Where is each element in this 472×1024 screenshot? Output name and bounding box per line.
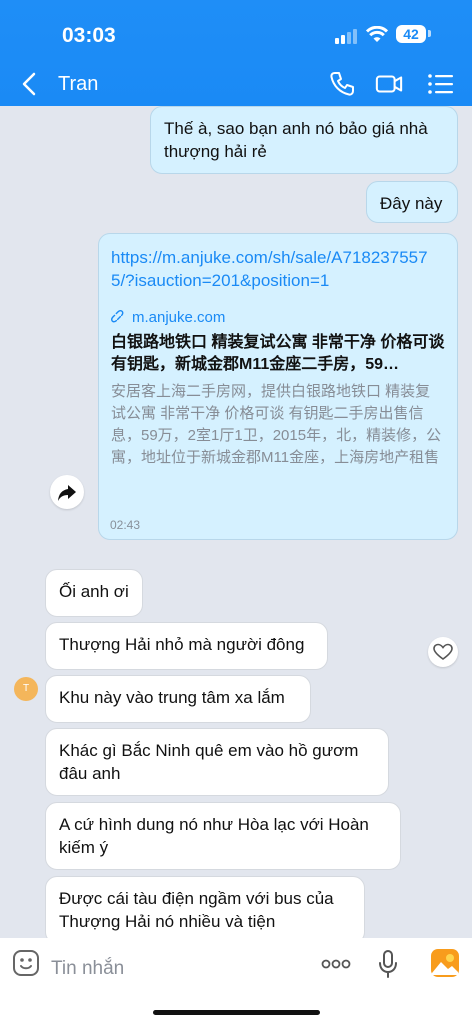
message-bubble[interactable]: Được cái tàu điện ngầm với bus của Thượn…	[45, 876, 365, 938]
message-bubble[interactable]: A cứ hình dung nó như Hòa lạc với Hoàn k…	[45, 802, 401, 870]
link-preview-card[interactable]: https://m.anjuke.com/sh/sale/A7182375575…	[98, 233, 458, 540]
link-icon	[111, 309, 124, 322]
heart-icon	[433, 643, 453, 660]
message-bubble[interactable]: Thế à, sao bạn anh nó bảo giá nhà thượng…	[150, 106, 458, 174]
link-domain: m.anjuke.com	[111, 309, 445, 326]
battery-icon: 42	[396, 25, 426, 43]
message-time: 02:43	[110, 518, 141, 532]
chat-header: 03:03 42 Tran	[0, 0, 472, 106]
contact-name[interactable]: Tran	[58, 73, 98, 96]
forward-icon	[58, 485, 76, 501]
message-bubble[interactable]: Khu này vào trung tâm xa lắm	[45, 675, 311, 723]
link-url[interactable]: https://m.anjuke.com/sh/sale/A7182375575…	[111, 246, 445, 292]
status-time: 03:03	[62, 24, 116, 47]
message-bubble[interactable]: Khác gì Bắc Ninh quê em vào hồ gươm đâu …	[45, 728, 389, 796]
preview-description: 安居客上海二手房网，提供白银路地铁口 精装复试公寓 非常干净 价格可谈 有钥匙二…	[111, 383, 442, 466]
image-icon[interactable]	[430, 948, 460, 978]
video-icon[interactable]	[375, 70, 403, 98]
preview-title: 白银路地铁口 精装复试公寓 非常干净 价格可谈 有钥匙，新城金郡M11金座二手房…	[111, 334, 445, 373]
domain-text: m.anjuke.com	[132, 309, 226, 326]
message-input[interactable]: Tin nhắn	[51, 958, 124, 980]
reaction-button[interactable]	[428, 637, 458, 667]
home-indicator	[153, 1010, 320, 1015]
more-icon[interactable]	[321, 958, 351, 970]
sticker-icon[interactable]	[12, 949, 40, 977]
avatar[interactable]: T	[14, 677, 38, 701]
message-bubble[interactable]: Thượng Hải nhỏ mà người đông	[45, 622, 328, 670]
wifi-icon	[366, 26, 388, 42]
microphone-icon[interactable]	[378, 949, 398, 979]
message-bubble[interactable]: Đây này	[366, 181, 458, 223]
phone-icon[interactable]	[328, 70, 356, 98]
message-bubble[interactable]: Ối anh ơi	[45, 569, 143, 617]
menu-icon[interactable]	[427, 70, 455, 98]
signal-icon	[335, 29, 357, 44]
back-icon[interactable]	[20, 72, 40, 96]
share-button[interactable]	[50, 475, 84, 509]
battery-tip	[428, 30, 431, 37]
